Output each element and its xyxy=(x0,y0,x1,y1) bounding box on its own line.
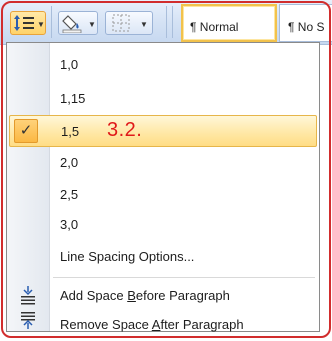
line-spacing-icon xyxy=(14,15,34,31)
remove-space-after-item[interactable]: Remove Space After Paragraph xyxy=(7,312,319,332)
spacing-option-label: 2,0 xyxy=(60,155,79,170)
spacing-option-1-15[interactable]: 1,15 xyxy=(7,83,319,115)
ribbon: ▼ ▼ ▼ ¶ Normal ¶ No S xyxy=(0,0,332,45)
chevron-down-icon: ▼ xyxy=(88,20,96,29)
spacing-option-label: 1,15 xyxy=(60,91,86,106)
spacing-option-1-5[interactable]: ✓ 1,5 3.2. xyxy=(9,115,317,147)
spacing-option-2-0[interactable]: 2,0 xyxy=(7,147,319,179)
group-separator xyxy=(166,6,167,38)
remove-space-after-label: Remove Space After Paragraph xyxy=(60,317,244,332)
annotation-label: 3.2. xyxy=(107,119,143,141)
spacing-option-3-0[interactable]: 3,0 xyxy=(7,209,319,241)
line-spacing-options-label: Line Spacing Options... xyxy=(60,249,195,264)
menu-separator xyxy=(53,277,315,278)
style-normal-label: ¶ Normal xyxy=(190,20,239,34)
line-spacing-options-item[interactable]: Line Spacing Options... xyxy=(7,241,319,273)
spacing-option-1-0[interactable]: 1,0 xyxy=(7,49,319,81)
remove-space-after-icon xyxy=(21,312,35,329)
chevron-down-icon: ▼ xyxy=(140,20,148,29)
spacing-option-2-5[interactable]: 2,5 xyxy=(7,179,319,211)
group-separator xyxy=(172,6,173,38)
borders-button[interactable]: ▼ xyxy=(105,11,153,35)
add-space-before-icon xyxy=(21,286,35,305)
style-normal[interactable]: ¶ Normal xyxy=(181,4,277,42)
spacing-option-label: 1,0 xyxy=(60,57,79,72)
borders-icon xyxy=(112,14,130,32)
line-spacing-menu: 1,0 1,15 ✓ 1,5 3.2. 2,0 2,5 3,0 Line Spa… xyxy=(6,42,320,332)
toolbar-separator xyxy=(51,6,52,38)
spacing-option-label: 3,0 xyxy=(60,217,79,232)
line-spacing-button[interactable]: ▼ xyxy=(10,11,46,35)
paint-bucket-icon xyxy=(62,15,82,33)
checkmark-icon: ✓ xyxy=(14,119,38,143)
add-space-before-label: Add Space Before Paragraph xyxy=(60,288,230,303)
style-no-spacing-label: ¶ No S xyxy=(288,20,325,34)
spacing-option-label: 2,5 xyxy=(60,187,79,202)
shading-button[interactable]: ▼ xyxy=(58,11,98,35)
style-no-spacing[interactable]: ¶ No S xyxy=(279,4,332,42)
spacing-option-label: 1,5 xyxy=(61,124,80,139)
add-space-before-item[interactable]: Add Space Before Paragraph xyxy=(7,280,319,312)
chevron-down-icon: ▼ xyxy=(37,20,45,29)
